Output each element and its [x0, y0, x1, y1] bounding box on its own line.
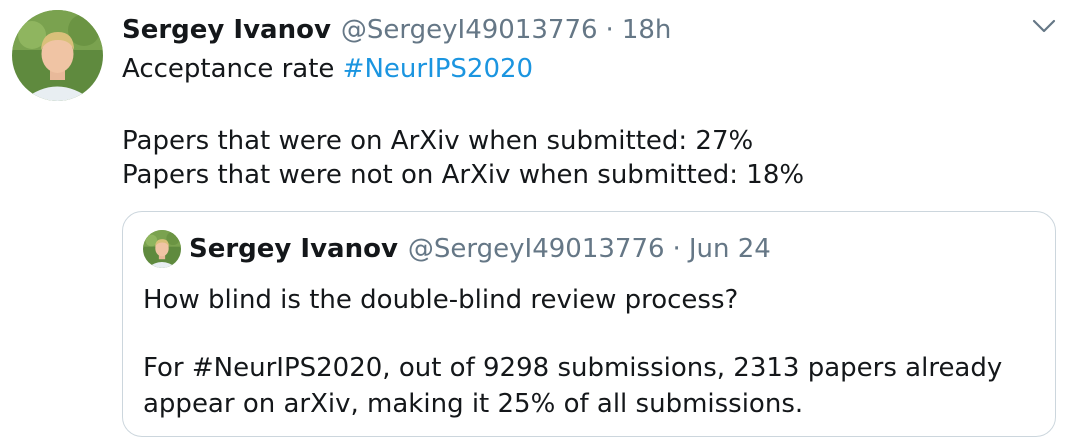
quoted-text-line: appear on arXiv, making it 25% of all su… — [143, 389, 804, 419]
quoted-tweet-card[interactable]: Sergey Ivanov @SergeyI49013776 · Jun 24 … — [122, 211, 1056, 437]
quoted-author-handle: @SergeyI49013776 — [407, 234, 665, 264]
avatar[interactable] — [12, 10, 103, 101]
tweet-text-line: Papers that were on ArXiv when submitted… — [122, 126, 754, 156]
tweet-header: Sergey Ivanov @SergeyI49013776 · 18h — [122, 12, 671, 48]
quoted-text-line: How blind is the double-blind review pro… — [143, 285, 739, 315]
quoted-tweet-date: Jun 24 — [688, 234, 771, 264]
quoted-tweet-text: How blind is the double-blind review pro… — [143, 282, 1002, 422]
quoted-text-line: For #NeurIPS2020, out of 9298 submission… — [143, 353, 1003, 383]
more-options-button[interactable] — [1030, 14, 1058, 38]
hashtag-link[interactable]: #NeurIPS2020 — [343, 54, 533, 84]
quoted-avatar-image — [143, 230, 181, 268]
tweet-text-prefix: Acceptance rate — [122, 54, 343, 84]
chevron-down-icon — [1032, 19, 1056, 33]
quoted-avatar — [143, 230, 181, 268]
separator-dot: · — [605, 15, 614, 45]
tweet-text-line: Acceptance rate #NeurIPS2020 — [122, 52, 804, 86]
author-handle[interactable]: @SergeyI49013776 — [341, 12, 598, 48]
quoted-tweet-header: Sergey Ivanov @SergeyI49013776 · Jun 24 — [189, 232, 771, 266]
avatar-image — [12, 10, 103, 101]
author-name[interactable]: Sergey Ivanov — [122, 12, 331, 48]
quoted-author-name: Sergey Ivanov — [189, 234, 398, 264]
tweet-text-line: Papers that were not on ArXiv when submi… — [122, 160, 805, 190]
separator-dot: · — [672, 234, 681, 264]
tweet-text: Acceptance rate #NeurIPS2020 Papers that… — [122, 52, 804, 192]
tweet-timestamp[interactable]: 18h — [622, 12, 672, 48]
